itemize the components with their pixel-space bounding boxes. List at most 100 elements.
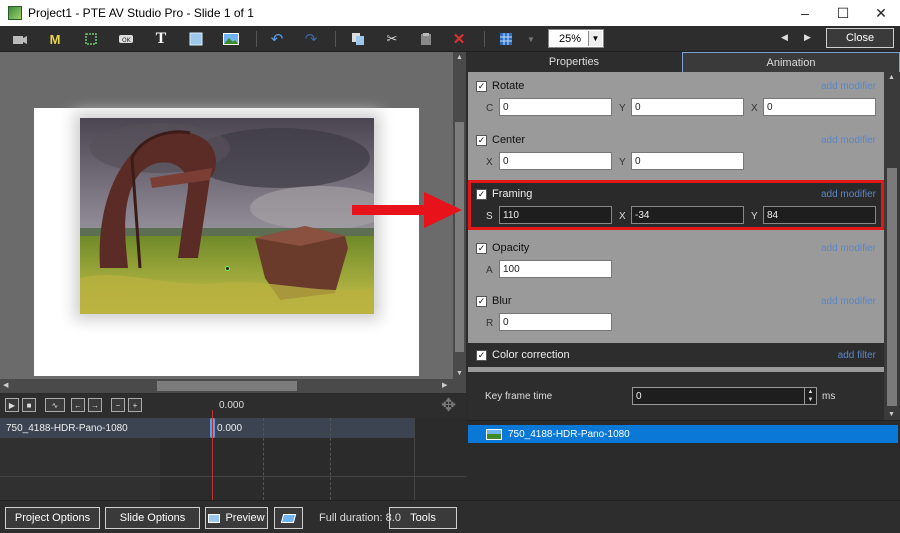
scrollbar-thumb[interactable] (887, 168, 897, 406)
framing-x-field[interactable]: -34 (631, 206, 744, 224)
opacity-a-label: A (486, 265, 493, 276)
slide-canvas (34, 108, 419, 376)
add-keyframe-icon[interactable]: + (128, 398, 142, 412)
rotate-y-field[interactable]: 0 (631, 98, 744, 116)
bottom-bar: Project Options Slide Options Preview To… (0, 500, 900, 533)
toolbar-separator (335, 31, 336, 47)
waveform-icon[interactable]: ∿ (45, 398, 65, 412)
image-icon[interactable] (221, 30, 241, 48)
stop-icon[interactable]: ■ (22, 398, 36, 412)
timeline-cursor[interactable] (212, 410, 213, 500)
center-add-modifier-link[interactable]: add modifier (821, 135, 876, 146)
next-keyframe-icon[interactable]: → (88, 398, 102, 412)
tab-animation[interactable]: Animation (682, 52, 900, 72)
opacity-a-field[interactable]: 100 (499, 260, 612, 278)
framing-add-modifier-link[interactable]: add modifier (821, 189, 876, 200)
previous-slide-icon[interactable]: ◀ (781, 32, 788, 43)
scroll-up-icon[interactable]: ▲ (888, 74, 895, 81)
object-list: 750_4188-HDR-Pano-1080 (466, 420, 900, 500)
add-filter-link[interactable]: add filter (838, 350, 876, 361)
chevron-down-icon[interactable]: ▼ (588, 31, 602, 46)
text-icon[interactable]: T (151, 30, 171, 48)
center-point-marker[interactable] (225, 266, 230, 271)
rotate-c-field[interactable]: 0 (499, 98, 612, 116)
delete-icon[interactable]: ✕ (449, 30, 469, 48)
project-options-button[interactable]: Project Options (5, 507, 100, 529)
center-checkbox[interactable]: ✓ (476, 134, 487, 146)
rotate-x-label: X (751, 103, 758, 114)
copy-icon[interactable] (348, 30, 368, 48)
framing-checkbox[interactable]: ✓ (476, 188, 487, 200)
keyframe-time-spinner[interactable]: ▲ ▼ (804, 388, 816, 404)
opacity-add-modifier-link[interactable]: add modifier (821, 243, 876, 254)
cut-icon[interactable]: ✂ (382, 30, 402, 48)
camera-icon[interactable] (10, 30, 30, 48)
slide-options-button[interactable]: Slide Options (105, 507, 200, 529)
animation-panel-scrollbar[interactable]: ▲ ▼ (884, 72, 900, 420)
grid-dropdown-icon[interactable]: ▼ (521, 30, 541, 48)
grid-icon[interactable] (496, 30, 516, 48)
remove-keyframe-icon[interactable]: − (111, 398, 125, 412)
paste-icon[interactable] (416, 30, 436, 48)
close-window-button[interactable]: ✕ (862, 0, 900, 26)
next-slide-icon[interactable]: ▶ (804, 32, 811, 43)
zoom-select[interactable]: 25% ▼ (548, 29, 604, 48)
zoom-value: 25% (559, 32, 582, 45)
framing-y-label: Y (751, 211, 758, 222)
redo-icon[interactable]: ↷ (301, 30, 321, 48)
svg-text:OK: OK (122, 37, 132, 44)
center-y-field[interactable]: 0 (631, 152, 744, 170)
rotate-add-modifier-link[interactable]: add modifier (821, 81, 876, 92)
center-x-field[interactable]: 0 (499, 152, 612, 170)
undo-icon[interactable]: ↶ (267, 30, 287, 48)
object-list-item[interactable]: 750_4188-HDR-Pano-1080 (468, 425, 898, 443)
ok-button-icon[interactable]: OK (116, 30, 136, 48)
keyframe-time-field[interactable]: 0 (632, 387, 817, 405)
opacity-checkbox[interactable]: ✓ (476, 242, 487, 254)
preview-button[interactable]: Preview (205, 507, 268, 529)
scroll-up-icon[interactable]: ▲ (456, 54, 463, 61)
play-icon[interactable]: ▶ (5, 398, 19, 412)
close-button[interactable]: Close (826, 28, 894, 48)
rotate-checkbox[interactable]: ✓ (476, 80, 487, 92)
preview-horizontal-scrollbar[interactable]: ◀ ▶ (0, 379, 466, 393)
scroll-right-icon[interactable]: ▶ (442, 381, 447, 389)
scroll-down-icon[interactable]: ▼ (888, 411, 895, 418)
blur-add-modifier-link[interactable]: add modifier (821, 296, 876, 307)
image-icon (486, 428, 502, 440)
scroll-left-icon[interactable]: ◀ (3, 381, 8, 389)
frame-icon[interactable] (81, 30, 101, 48)
tab-properties[interactable]: Properties (466, 52, 682, 72)
rotate-section-header: ✓ Rotate (476, 80, 524, 92)
toolbar-separator (256, 31, 257, 47)
center-x-label: X (486, 157, 493, 168)
rotate-c-label: C (486, 103, 494, 114)
scroll-down-icon[interactable]: ▼ (456, 370, 463, 377)
publish-icon (280, 513, 297, 523)
timeline-gridline (263, 418, 264, 500)
scrollbar-thumb[interactable] (157, 381, 297, 391)
move-icon[interactable]: ✥ (441, 395, 456, 416)
blur-r-field[interactable]: 0 (499, 313, 612, 331)
opacity-section-header: ✓ Opacity (476, 242, 529, 254)
maximize-button[interactable]: ☐ (824, 0, 862, 26)
keyframe-time-section: Key frame time 0 ▲ ▼ ms (468, 372, 884, 420)
blur-checkbox[interactable]: ✓ (476, 295, 487, 307)
full-duration-text: Full duration: 8.0 (319, 512, 401, 524)
slide-photo[interactable] (80, 118, 374, 314)
timeline-timecode: 0.000 (219, 400, 245, 411)
keyframe-time-unit: ms (822, 391, 836, 402)
framing-y-field[interactable]: 84 (763, 206, 876, 224)
color-correction-checkbox[interactable]: ✓ (476, 349, 487, 361)
prev-keyframe-icon[interactable]: ← (71, 398, 85, 412)
rotate-x-field[interactable]: 0 (763, 98, 876, 116)
rectangle-icon[interactable] (186, 30, 206, 48)
timeline-key-time: 0.000 (217, 423, 243, 434)
publish-button[interactable] (274, 507, 303, 529)
framing-s-field[interactable]: 110 (499, 206, 612, 224)
minimize-button[interactable]: – (786, 0, 824, 26)
center-section-header: ✓ Center (476, 134, 525, 146)
scrollbar-thumb[interactable] (455, 122, 464, 352)
mask-icon[interactable]: M (45, 30, 65, 48)
timeline-divider (0, 476, 466, 477)
